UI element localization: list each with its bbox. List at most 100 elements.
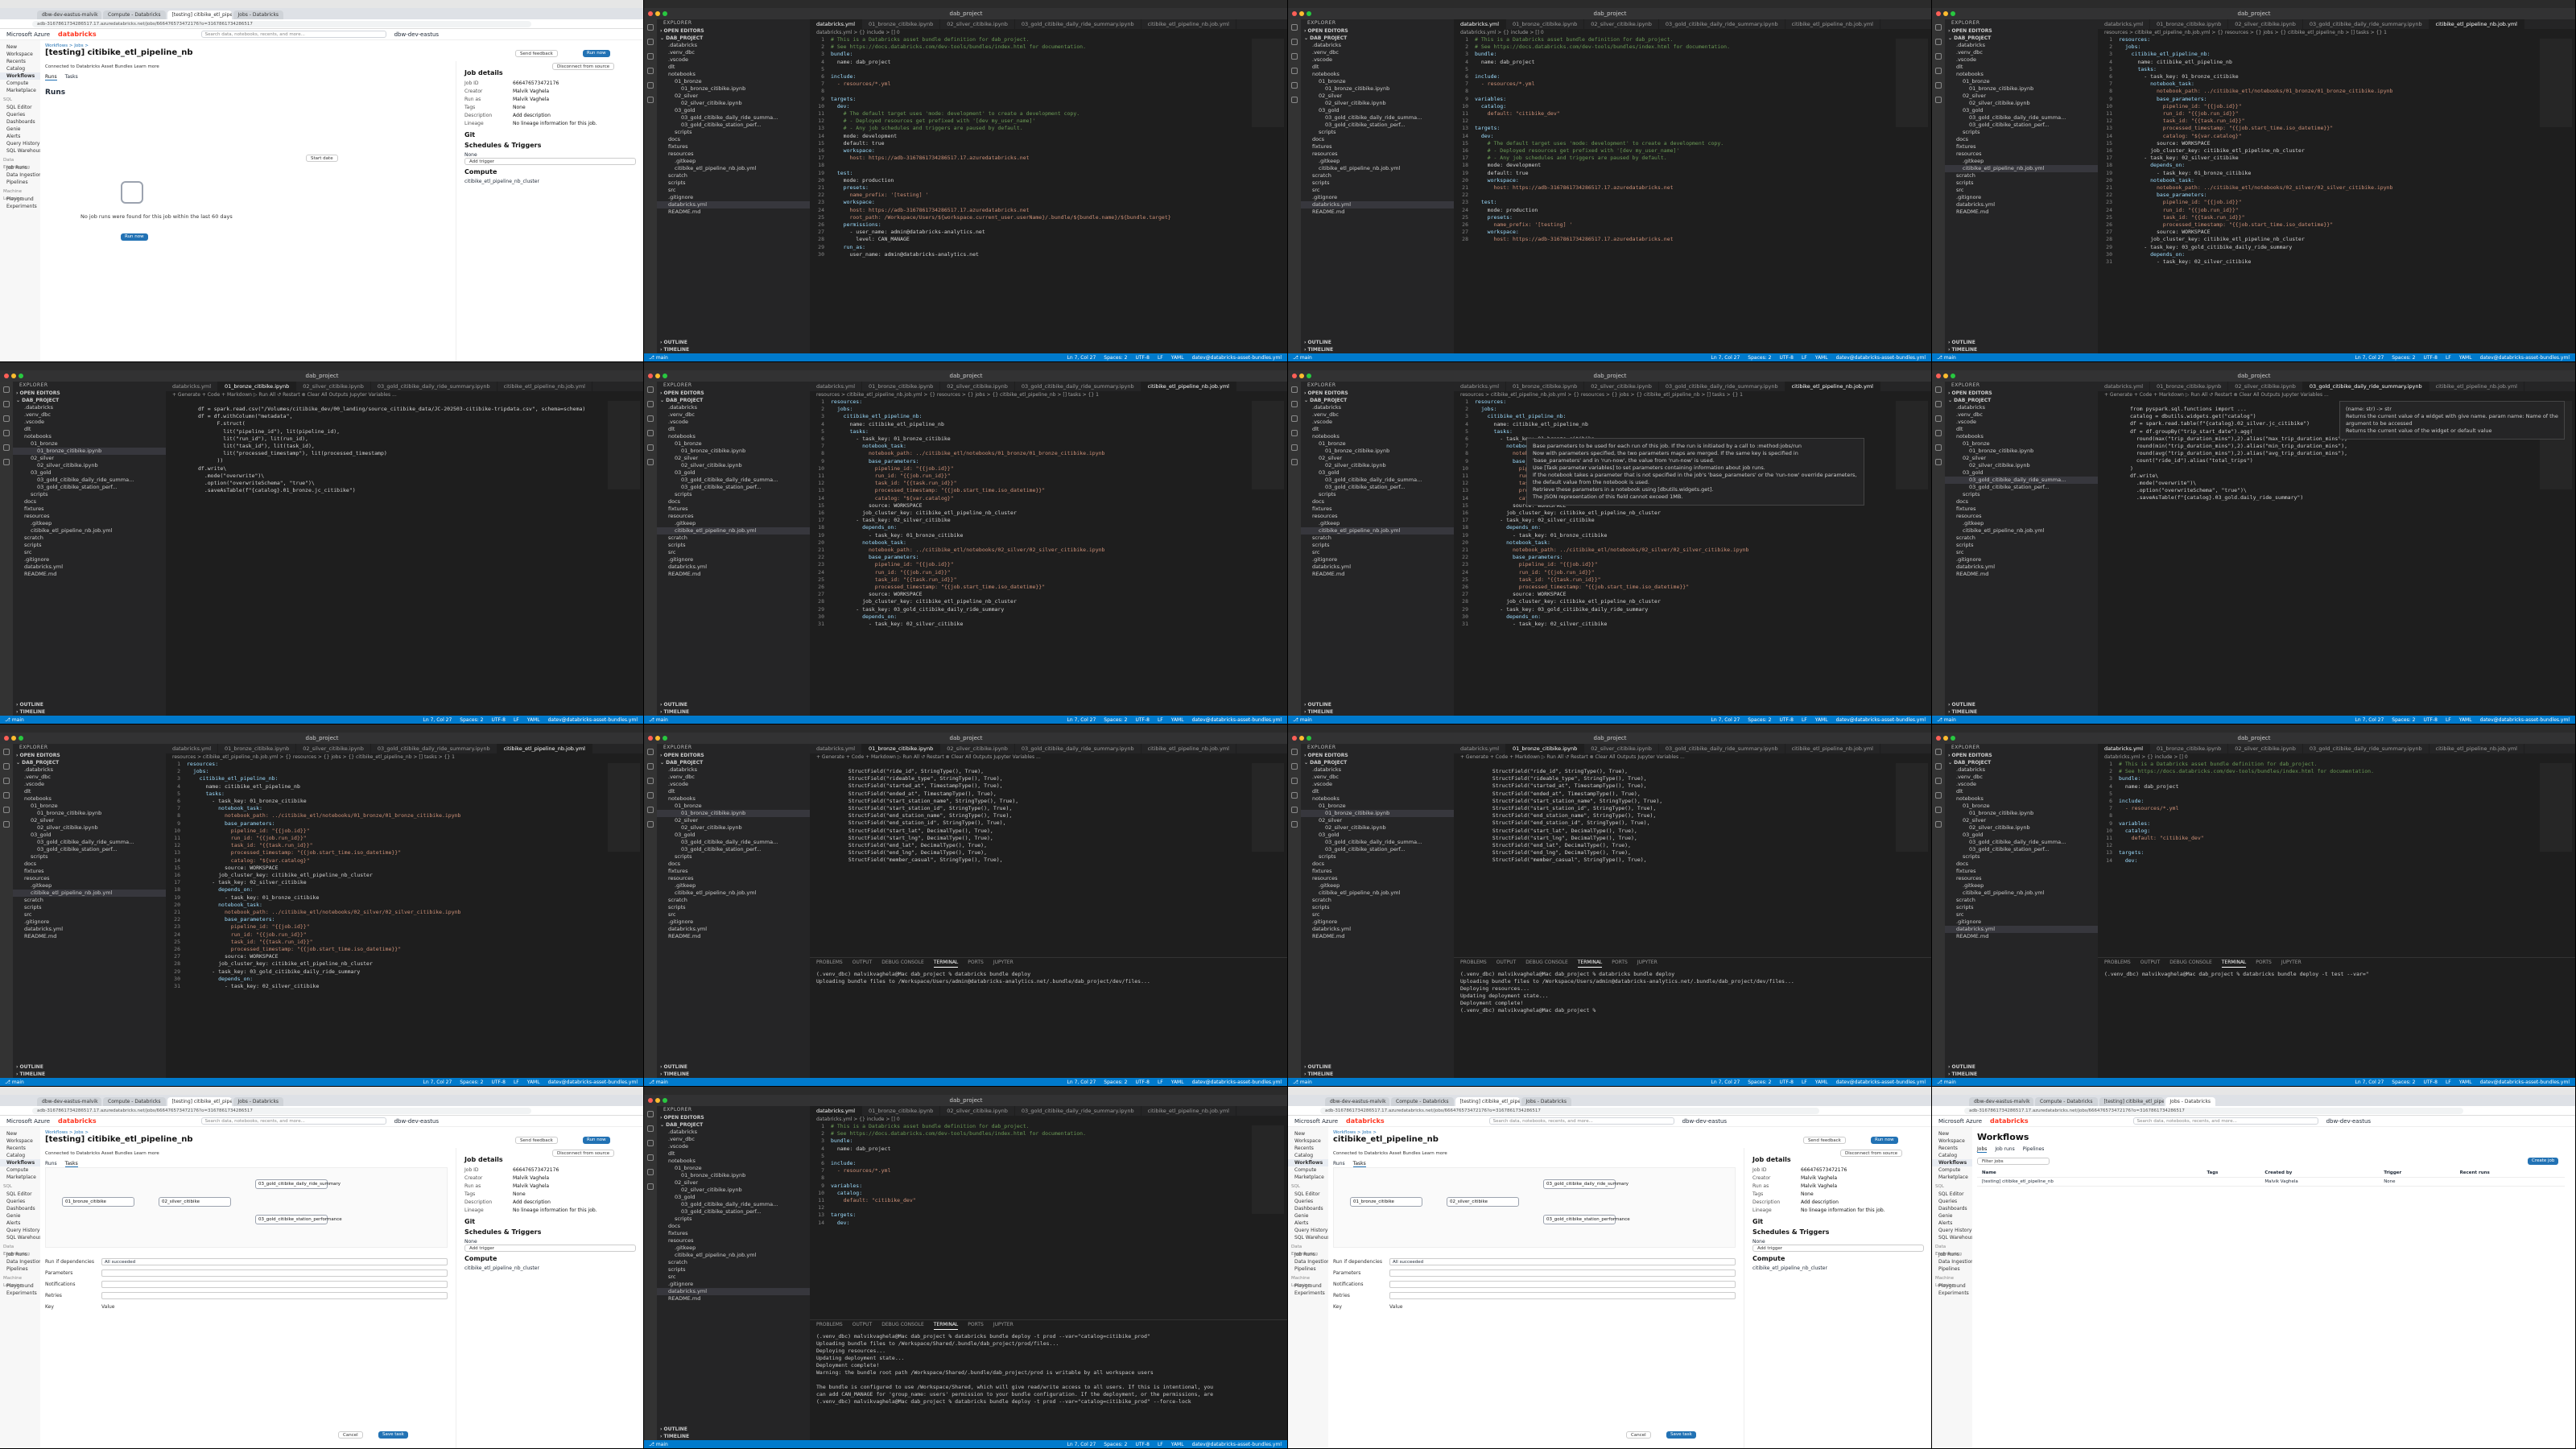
status-item[interactable]: YAML xyxy=(2459,355,2472,361)
nav-item[interactable]: Workflows xyxy=(0,72,40,80)
tree-item[interactable]: .databricks xyxy=(13,766,166,774)
nav-item[interactable]: Job Runs xyxy=(0,164,40,171)
tree-item[interactable]: 02_silver xyxy=(1945,455,2098,462)
tree-item[interactable]: databricks.yml xyxy=(1945,564,2098,571)
tree-item[interactable]: README.md xyxy=(1945,933,2098,940)
editor-tab[interactable]: 01_bronze_citibike.ipynb xyxy=(218,382,297,391)
databricks-icon[interactable] xyxy=(1935,821,1942,828)
tree-item[interactable]: 01_bronze_citibike.ipynb xyxy=(1301,810,1454,817)
nav-item[interactable]: SQL Editor xyxy=(0,1191,40,1198)
tree-item[interactable]: scripts xyxy=(657,904,810,911)
tree-item[interactable]: 01_bronze xyxy=(1945,803,2098,810)
editor-tab[interactable]: 03_gold_citibike_daily_ride_summary.ipyn… xyxy=(1015,19,1141,29)
status-item[interactable]: UTF-8 xyxy=(1779,1080,1794,1085)
databricks-icon[interactable] xyxy=(647,97,654,103)
git-section[interactable]: Git xyxy=(1752,1218,1924,1225)
nav-item[interactable]: Workflows xyxy=(0,1159,40,1166)
tree-item[interactable]: scratch xyxy=(13,897,166,904)
tree-item[interactable]: .databricks xyxy=(1945,42,2098,49)
project-section[interactable]: ⌄ DAB_PROJECT xyxy=(657,35,810,42)
status-item[interactable]: LF xyxy=(2446,717,2451,723)
tree-item[interactable]: 01_bronze_citibike.ipynb xyxy=(657,1172,810,1179)
tree-item[interactable]: src xyxy=(1945,187,2098,194)
minimap[interactable] xyxy=(1252,39,1284,127)
form-input[interactable]: All succeeded xyxy=(101,1257,448,1265)
tree-item[interactable]: .gitignore xyxy=(13,919,166,926)
tree-item[interactable]: dlt xyxy=(657,426,810,433)
tree-item[interactable]: dlt xyxy=(657,64,810,71)
tree-item[interactable]: .vscode xyxy=(1945,781,2098,788)
panel-tab[interactable]: DEBUG CONSOLE xyxy=(881,1320,924,1330)
editor-tab[interactable]: 02_silver_citibike.ipynb xyxy=(940,744,1015,753)
tree-item[interactable]: notebooks xyxy=(13,433,166,440)
tree-item[interactable]: .gitkeep xyxy=(1945,882,2098,890)
tree-item[interactable]: notebooks xyxy=(1945,433,2098,440)
git-branch[interactable]: ⎇ main xyxy=(649,717,668,723)
code-editor[interactable]: 1 # This is a Databricks asset bundle def… xyxy=(810,36,1287,353)
status-item[interactable]: Ln 7, Col 27 xyxy=(1711,1080,1740,1085)
maximize-button[interactable] xyxy=(663,11,667,16)
tree-item[interactable]: dlt xyxy=(657,1150,810,1158)
tree-item[interactable]: citibike_etl_pipeline_nb.job.yml xyxy=(1945,165,2098,172)
tree-item[interactable]: .gitignore xyxy=(1945,919,2098,926)
search-icon[interactable] xyxy=(1935,763,1942,770)
browser-tab[interactable]: Jobs - Databricks xyxy=(233,10,284,19)
tree-item[interactable]: .databricks xyxy=(657,766,810,774)
project-section[interactable]: ⌄ DAB_PROJECT xyxy=(13,759,166,766)
tree-item[interactable]: 01_bronze xyxy=(1301,803,1454,810)
timeline-section[interactable]: › TIMELINE xyxy=(657,708,810,716)
nav-item[interactable]: Recents xyxy=(1288,1145,1328,1152)
terminal-output[interactable]: (.venv_dbc) malvikvaghela@Mac dab_projec… xyxy=(810,1330,1287,1409)
tree-item[interactable]: docs xyxy=(1945,136,2098,143)
tree-item[interactable]: 02_silver xyxy=(1301,93,1454,100)
tree-item[interactable]: fixtures xyxy=(1301,868,1454,875)
tree-item[interactable]: resources xyxy=(13,513,166,520)
minimap[interactable] xyxy=(1252,1125,1284,1214)
search-icon[interactable] xyxy=(1935,401,1942,407)
tree-item[interactable]: citibike_etl_pipeline_nb.job.yml xyxy=(657,165,810,172)
nav-item[interactable]: Query History xyxy=(0,1227,40,1234)
tree-item[interactable]: scripts xyxy=(1945,491,2098,498)
tree-item[interactable]: 02_silver_citibike.ipynb xyxy=(13,824,166,832)
tree-item[interactable]: .gitignore xyxy=(657,194,810,201)
search-input[interactable]: Search data, notebooks, recents, and mor… xyxy=(200,1117,386,1125)
tree-item[interactable]: src xyxy=(1945,549,2098,556)
editor-tab[interactable]: citibike_etl_pipeline_nb.job.yml xyxy=(1785,19,1880,29)
table-row[interactable]: [testing] citibike_etl_pipeline_nb Malvik… xyxy=(1977,1177,2565,1187)
tree-item[interactable]: README.md xyxy=(657,571,810,578)
timeline-section[interactable]: › TIMELINE xyxy=(1945,708,2098,716)
tree-item[interactable]: citibike_etl_pipeline_nb.job.yml xyxy=(657,890,810,897)
tree-item[interactable]: .vscode xyxy=(13,781,166,788)
tree-item[interactable]: 02_silver_citibike.ipynb xyxy=(1301,100,1454,107)
code-editor[interactable]: from pyspark.sql.functions import ... cat… xyxy=(2098,406,2575,716)
tree-item[interactable]: .venv_dbc xyxy=(13,411,166,419)
status-item[interactable]: UTF-8 xyxy=(2423,355,2438,361)
dag-node[interactable]: 03_gold_citibike_station_performance xyxy=(1543,1215,1630,1224)
tree-item[interactable]: README.md xyxy=(657,1295,810,1302)
url-input[interactable]: adb-3167861734286517.17.azuredatabricks.… xyxy=(32,21,531,27)
tree-item[interactable]: .venv_dbc xyxy=(1945,49,2098,56)
tree-item[interactable]: fixtures xyxy=(13,868,166,875)
editor-tab[interactable]: databricks.yml xyxy=(1454,19,1507,29)
editor-tab[interactable]: 03_gold_citibike_daily_ride_summary.ipyn… xyxy=(2302,382,2429,391)
outline-section[interactable]: › OUTLINE xyxy=(657,339,810,346)
tree-item[interactable]: .venv_dbc xyxy=(657,1136,810,1143)
tree-item[interactable]: 03_gold_citibike_station_perf... xyxy=(1301,484,1454,491)
tree-item[interactable]: resources xyxy=(657,1237,810,1245)
tree-item[interactable]: 03_gold_citibike_station_perf... xyxy=(657,846,810,853)
tree-item[interactable]: .vscode xyxy=(1301,419,1454,426)
browser-tab[interactable]: [testing] citibike_etl_pipeli... xyxy=(2099,1097,2164,1106)
status-item[interactable]: YAML xyxy=(1171,355,1184,361)
nav-item[interactable]: Alerts xyxy=(0,1220,40,1227)
databricks-icon[interactable] xyxy=(3,821,10,828)
form-input[interactable] xyxy=(101,1269,448,1277)
files-icon[interactable] xyxy=(1291,24,1298,31)
maximize-button[interactable] xyxy=(1307,374,1311,378)
close-button[interactable] xyxy=(648,736,653,741)
tree-item[interactable]: dlt xyxy=(13,426,166,433)
tree-item[interactable]: citibike_etl_pipeline_nb.job.yml xyxy=(1945,890,2098,897)
tree-item[interactable]: scratch xyxy=(1945,897,2098,904)
tree-item[interactable]: 03_gold_citibike_station_perf... xyxy=(1945,484,2098,491)
browser-tab[interactable]: [testing] citibike_etl_pipeli... xyxy=(1455,1097,1520,1106)
status-item[interactable]: Spaces: 2 xyxy=(1748,717,1771,723)
